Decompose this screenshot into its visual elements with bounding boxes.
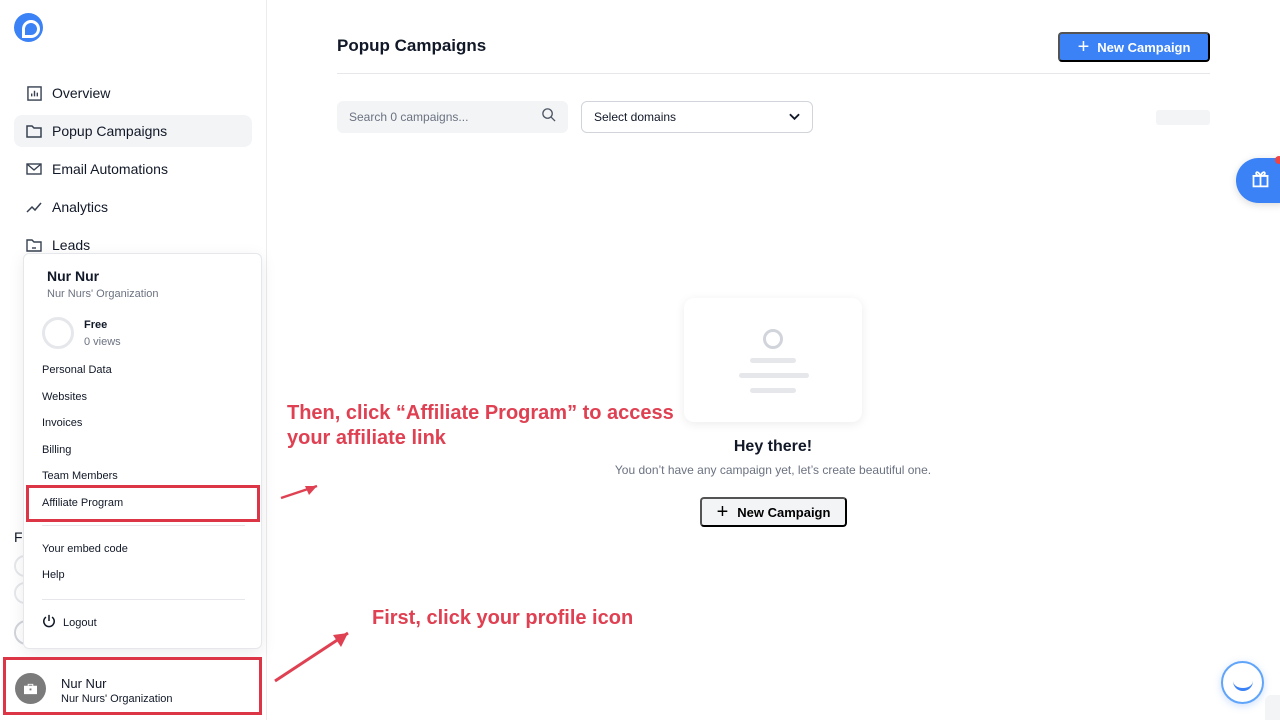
- chat-launcher[interactable]: [1221, 661, 1264, 704]
- brand-logo[interactable]: [14, 13, 43, 42]
- affiliate-instruction-line: Then, click “Affiliate Program” to acces…: [287, 402, 674, 424]
- empty-state-title: Hey there!: [733, 438, 813, 455]
- empty-state-message: You don’t have any campaign yet, let’s c…: [614, 463, 932, 477]
- menu-personal-data[interactable]: Personal Data: [42, 364, 112, 376]
- menu-team-members[interactable]: Team Members: [42, 470, 118, 482]
- profile-menu-name: Nur Nur: [47, 268, 100, 284]
- plan-views: 0 views: [84, 336, 121, 348]
- sidebar-item-overview[interactable]: Overview: [14, 77, 252, 109]
- menu-embed-code[interactable]: Your embed code: [42, 543, 128, 555]
- profile-instruction: First, click your profile icon: [372, 607, 634, 629]
- profile-menu-organization: Nur Nurs' Organization: [47, 288, 159, 300]
- arrow-to-affiliate: [280, 484, 318, 500]
- loading-placeholder: [1156, 110, 1210, 125]
- chevron-down-icon: [789, 110, 800, 124]
- sidebar-item-email-automations[interactable]: Email Automations: [14, 153, 252, 185]
- power-icon: [42, 614, 56, 631]
- gift-icon: [1250, 168, 1271, 194]
- profile-name: Nur Nur: [61, 676, 107, 691]
- logout-label: Logout: [63, 616, 97, 629]
- gift-button[interactable]: [1236, 156, 1280, 203]
- sidebar-item-popup-campaigns[interactable]: Popup Campaigns: [14, 115, 252, 147]
- plus-icon: +: [716, 501, 729, 523]
- new-campaign-button[interactable]: + New Campaign: [1058, 32, 1210, 62]
- sidebar-item-label: Analytics: [52, 199, 109, 215]
- campaign-search[interactable]: [337, 101, 568, 133]
- profile-button[interactable]: Nur Nur Nur Nurs' Organization: [3, 657, 262, 715]
- sidebar-item-label: Leads: [52, 237, 91, 253]
- plan-usage-ring: [42, 317, 74, 349]
- partially-hidden-corner: [1265, 695, 1280, 720]
- sidebar-item-analytics[interactable]: Analytics: [14, 191, 252, 223]
- mail-icon: [26, 161, 42, 177]
- brand-logo-placeholder: [763, 329, 783, 349]
- analytics-icon: [26, 199, 42, 215]
- new-campaign-button-label: New Campaign: [1097, 39, 1191, 55]
- search-icon: [541, 107, 556, 127]
- empty-new-campaign-button[interactable]: + New Campaign: [700, 497, 847, 527]
- sidebar-item-label: Email Automations: [52, 161, 168, 177]
- dashboard-icon: [26, 85, 42, 101]
- menu-billing[interactable]: Billing: [42, 444, 71, 456]
- notification-dot: [1275, 156, 1280, 164]
- partially-hidden-sidebar-label: F: [14, 529, 23, 545]
- affiliate-instruction: Then, click “Affiliate Program” to acces…: [287, 401, 674, 451]
- menu-websites[interactable]: Websites: [42, 391, 87, 403]
- search-input[interactable]: [349, 110, 541, 124]
- arrowhead-icon: [305, 486, 317, 495]
- plus-icon: +: [1077, 36, 1090, 58]
- menu-invoices[interactable]: Invoices: [42, 417, 82, 429]
- menu-divider: [42, 525, 245, 526]
- menu-help[interactable]: Help: [42, 569, 65, 581]
- arrow-to-profile: [274, 631, 349, 683]
- page-title: Popup Campaigns: [337, 36, 487, 55]
- empty-new-campaign-label: New Campaign: [737, 504, 831, 520]
- folder-icon: [26, 123, 42, 139]
- placeholder-line: [750, 358, 796, 363]
- leads-icon: [26, 237, 42, 253]
- domain-select[interactable]: Select domains: [581, 101, 813, 133]
- profile-menu: Nur Nur Nur Nurs' Organization Free 0 vi…: [23, 253, 262, 649]
- affiliate-instruction-line: your affiliate link: [287, 427, 446, 449]
- sidebar-item-label: Overview: [52, 85, 111, 101]
- logout-button[interactable]: Logout: [42, 614, 97, 631]
- briefcase-icon: [15, 673, 46, 704]
- empty-state-illustration: [684, 298, 862, 422]
- header-divider: [337, 73, 1210, 74]
- profile-organization: Nur Nurs' Organization: [61, 693, 173, 705]
- sidebar-item-label: Popup Campaigns: [52, 123, 168, 139]
- arrowhead-icon: [333, 633, 348, 647]
- menu-divider: [42, 599, 245, 600]
- placeholder-line: [750, 388, 796, 393]
- placeholder-line: [739, 373, 809, 378]
- menu-affiliate-program[interactable]: Affiliate Program: [42, 497, 123, 509]
- domain-select-label: Select domains: [594, 110, 677, 124]
- plan-name: Free: [84, 319, 108, 331]
